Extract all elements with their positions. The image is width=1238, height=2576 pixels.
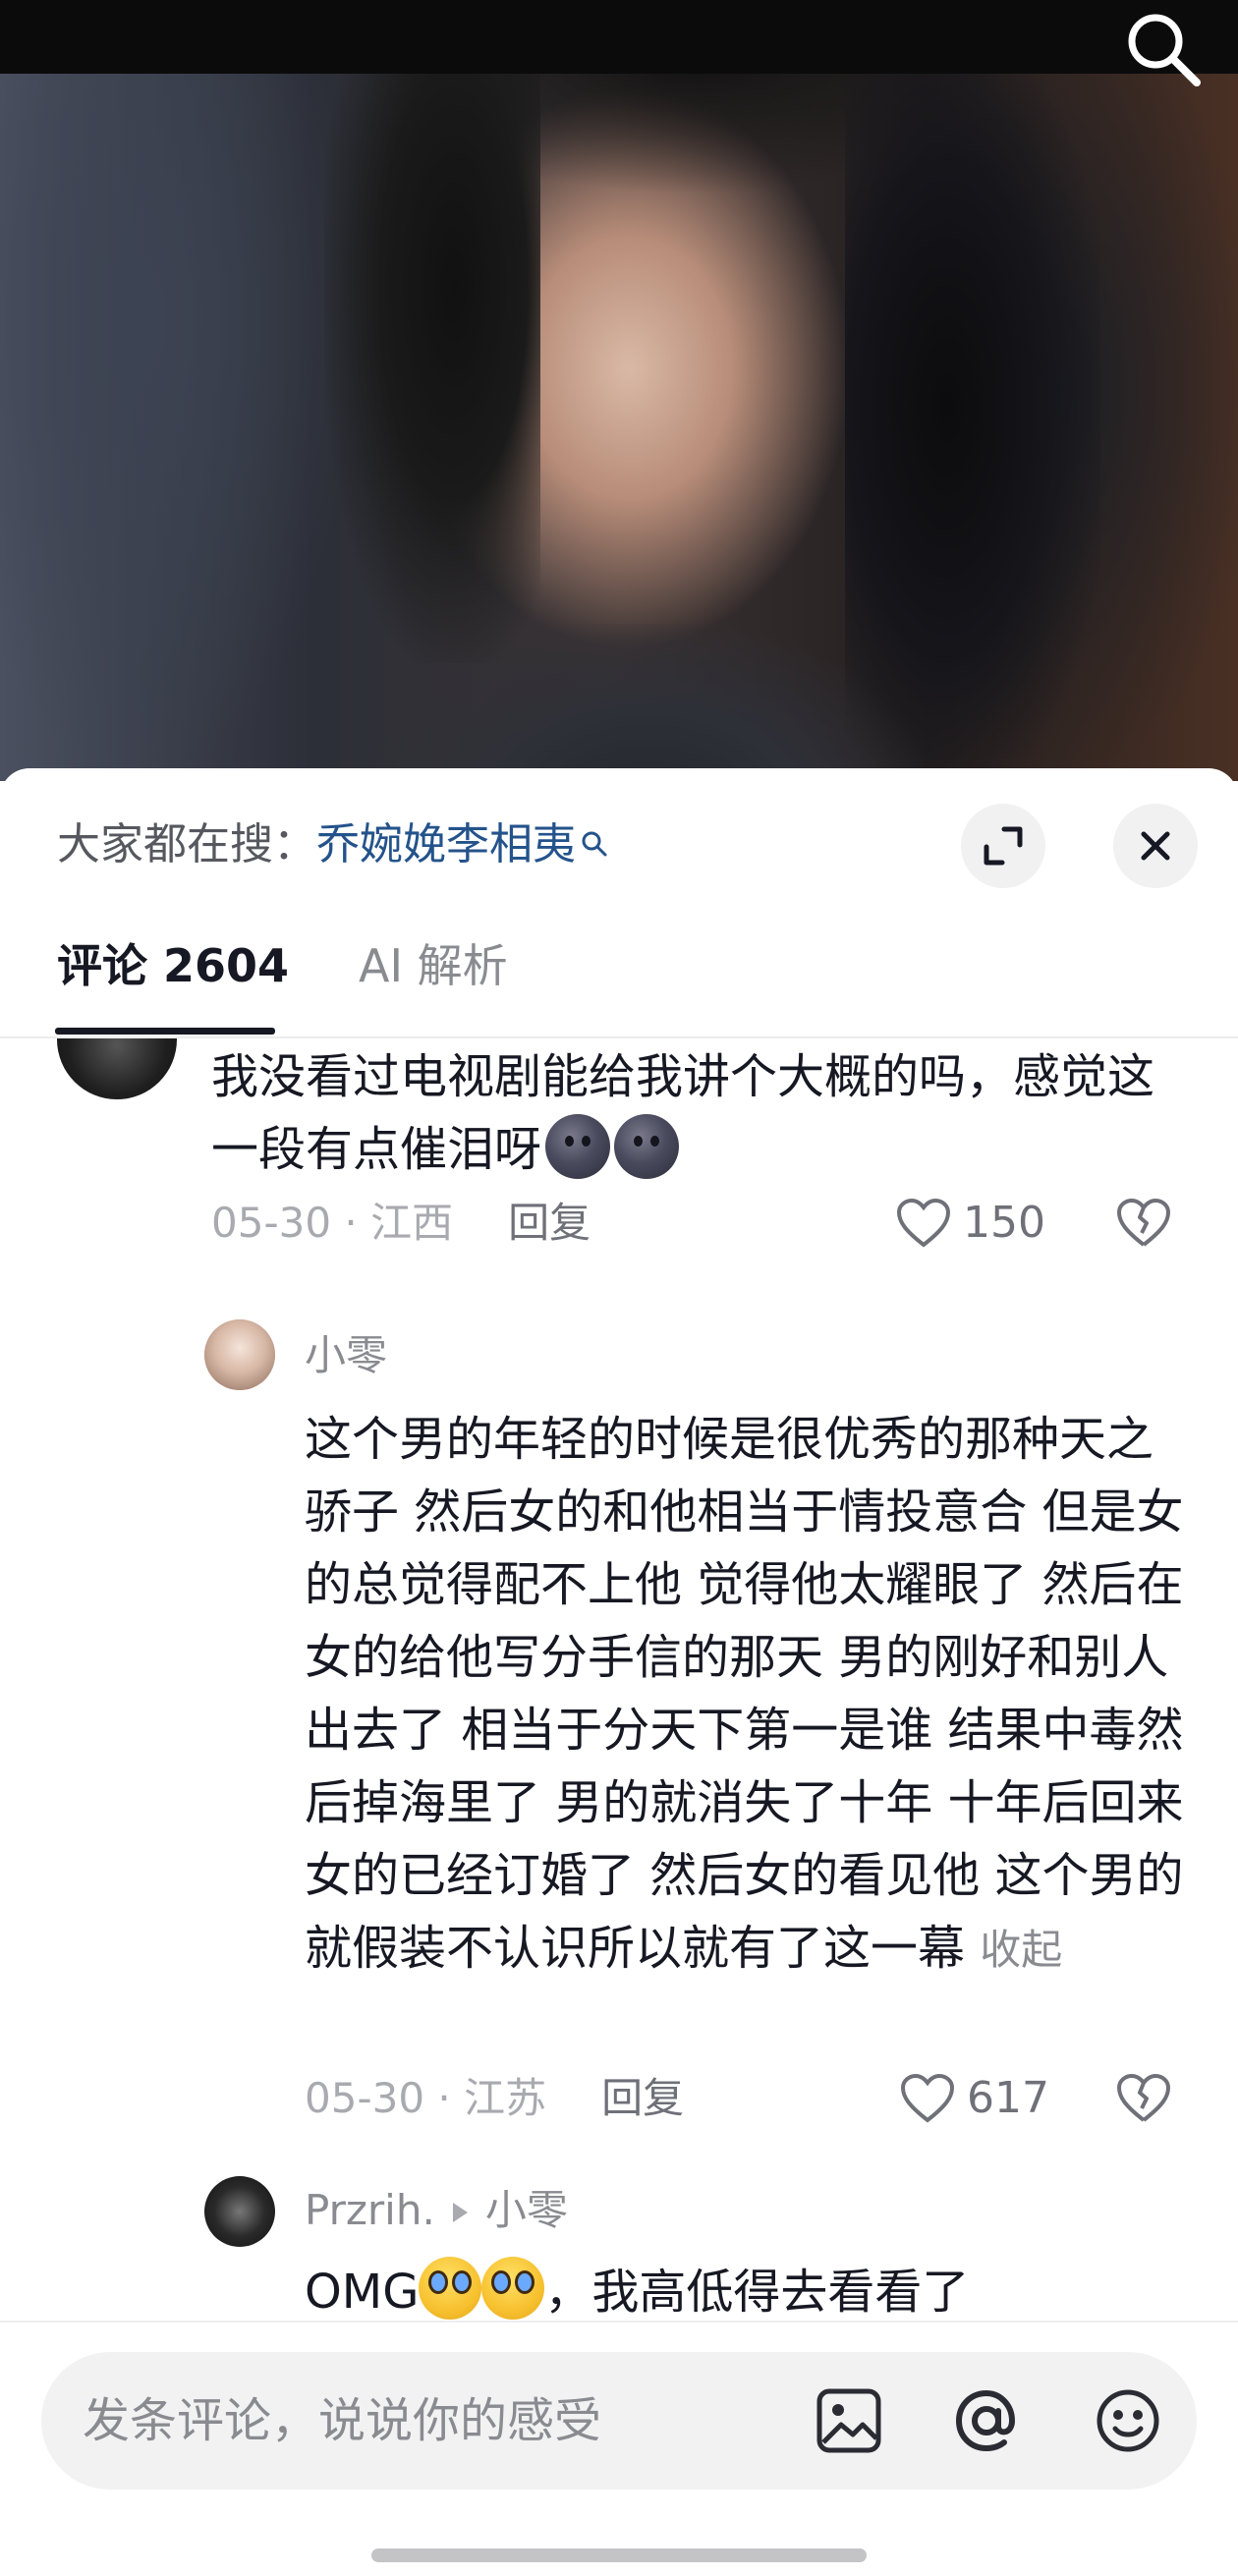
heart-icon [900,2073,955,2123]
tab-active-indicator [55,1028,275,1035]
comment-text: 我没看过电视剧能给我讲个大概的吗，感觉这一段有点催泪呀 [211,1040,1194,1186]
like-count: 617 [967,2073,1049,2123]
reply-text: 这个男的年轻的时候是很优秀的那种天之骄子 然后女的和他相当于情投意合 但是女的总… [305,1403,1189,1987]
reply-text: OMG ，我高低得去看看了 [305,2256,1189,2328]
reply-username-line: Przrih. 小零 [305,2181,568,2240]
reply-to-username[interactable]: 小零 [485,2186,568,2234]
reply-text-suffix: ，我高低得去看看了 [544,2265,970,2320]
comment-date: 05-30 [211,1199,332,1247]
avatar[interactable] [204,2176,275,2247]
dislike-button[interactable] [1114,1194,1173,1253]
broken-heart-icon [1117,2074,1170,2122]
reply-location: 江苏 [464,2074,547,2122]
reply-meta: 05-30 · 江苏 回复 [305,2074,685,2122]
close-icon [1141,831,1170,861]
like-button[interactable]: 150 [896,1194,1045,1253]
comment-meta: 05-30 · 江西 回复 [211,1199,591,1247]
video-player[interactable] [0,74,1238,781]
emoji-icon[interactable] [1089,2381,1167,2460]
small-search-icon [580,815,609,857]
heart-icon [896,1198,951,1248]
dislike-button[interactable] [1114,2069,1173,2128]
comment-location: 江西 [370,1199,454,1247]
reply-arrow-icon [452,2202,468,2222]
dark-moon-face-emoji [545,1114,611,1179]
reply-date: 05-30 [305,2074,425,2122]
trending-prefix: 大家都在搜： [57,819,316,869]
comment-input[interactable]: 发条评论，说说你的感受 [41,2352,1197,2490]
tab-ai-label: AI 解析 [359,939,508,992]
avatar[interactable] [57,1038,177,1099]
reply-button[interactable]: 回复 [508,1199,591,1247]
video-frame-hair-left [324,74,540,663]
video-frame-collar [373,624,924,781]
close-button[interactable] [1113,804,1198,888]
reply-text-prefix: OMG [305,2265,420,2320]
at-icon[interactable] [947,2381,1026,2460]
home-indicator[interactable] [371,2548,867,2562]
avatar[interactable] [204,1319,275,1390]
tab-comments[interactable]: 评论 2604 [55,921,290,1035]
crying-face-emoji [419,2257,482,2320]
trending-keyword[interactable]: 乔婉娩李相夷 [316,819,576,869]
status-bar [0,0,1238,74]
reply-text-body: 这个男的年轻的时候是很优秀的那种天之骄子 然后女的和他相当于情投意合 但是女的总… [305,1412,1184,1976]
tab-bar: 评论 2604 AI 解析 [0,921,1238,1038]
reply-button[interactable]: 回复 [601,2074,684,2122]
comment-input-placeholder[interactable]: 发条评论，说说你的感受 [83,2387,601,2454]
broken-heart-icon [1117,1199,1170,1247]
search-icon[interactable] [1122,8,1205,90]
tab-comments-label: 评论 2604 [57,939,290,992]
trending-search[interactable]: 大家都在搜：乔婉娩李相夷 [57,815,609,874]
dark-moon-face-emoji [614,1114,680,1179]
like-button[interactable]: 617 [900,2069,1049,2128]
like-count: 150 [963,1198,1045,1248]
comment-text-body: 我没看过电视剧能给我讲个大概的吗，感觉这一段有点催泪呀 [211,1049,1155,1177]
collapse-link[interactable]: 收起 [980,1926,1062,1974]
tab-ai-analysis[interactable]: AI 解析 [359,921,508,1035]
expand-icon [984,826,1023,866]
reply-username[interactable]: Przrih. [305,2186,435,2234]
reply-username[interactable]: 小零 [305,1326,387,1385]
crying-face-emoji [481,2257,545,2320]
image-icon[interactable] [810,2381,888,2460]
expand-button[interactable] [961,804,1045,888]
comment-input-bar: 发条评论，说说你的感受 [0,2321,1238,2576]
